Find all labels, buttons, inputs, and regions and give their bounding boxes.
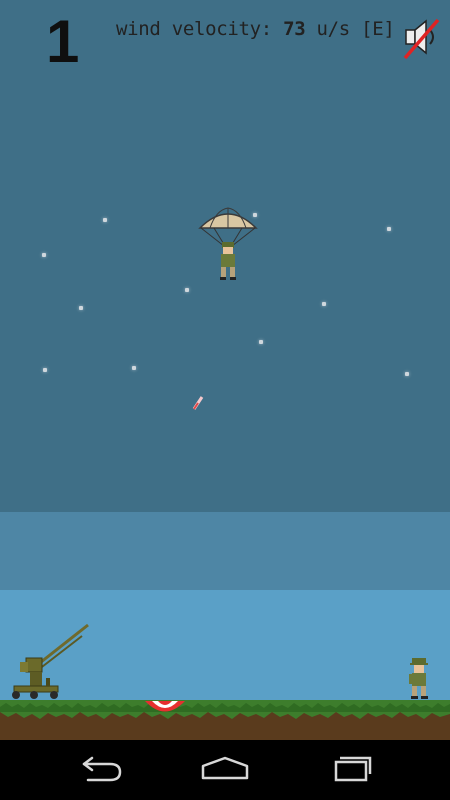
star (79, 306, 83, 310)
sound-toggle-button[interactable] (402, 16, 442, 60)
dirt-ground (0, 712, 450, 740)
soldier-icon (409, 658, 428, 699)
star (43, 368, 47, 372)
system-navigation-bar (0, 740, 450, 800)
paratrooper-enemy[interactable] (198, 206, 258, 282)
flak-shell (192, 395, 204, 411)
home-button[interactable] (195, 750, 255, 790)
parachute-soldier-icon (198, 207, 258, 280)
aa-cannon-icon (12, 623, 89, 699)
landed-soldier-enemy[interactable] (406, 656, 432, 700)
star (132, 366, 136, 370)
wind-velocity-readout: wind velocity: 73 u/s [E] (116, 18, 395, 40)
wind-value: 73 (283, 18, 306, 40)
wind-unit: u/s [E] (316, 18, 395, 40)
landing-target (143, 699, 187, 713)
sky-middle-band (0, 512, 450, 590)
star (185, 288, 189, 292)
recent-apps-icon (334, 756, 372, 782)
anti-aircraft-gun-player[interactable] (6, 622, 92, 702)
back-button[interactable] (70, 750, 130, 790)
score-counter: 1 (46, 8, 80, 75)
star (387, 227, 391, 231)
star (103, 218, 107, 222)
home-icon (201, 756, 249, 780)
star (405, 372, 409, 376)
recent-apps-button[interactable] (320, 750, 380, 790)
speaker-muted-icon (403, 18, 440, 60)
back-icon (82, 756, 122, 782)
dirt-texture (0, 712, 450, 719)
bullseye-icon (145, 701, 185, 712)
star (322, 302, 326, 306)
star (42, 253, 46, 257)
projectile-icon (192, 396, 204, 410)
star (259, 340, 263, 344)
wind-label: wind velocity: (116, 18, 272, 40)
game-scene[interactable]: 1 wind velocity: 73 u/s [E] (0, 0, 450, 740)
